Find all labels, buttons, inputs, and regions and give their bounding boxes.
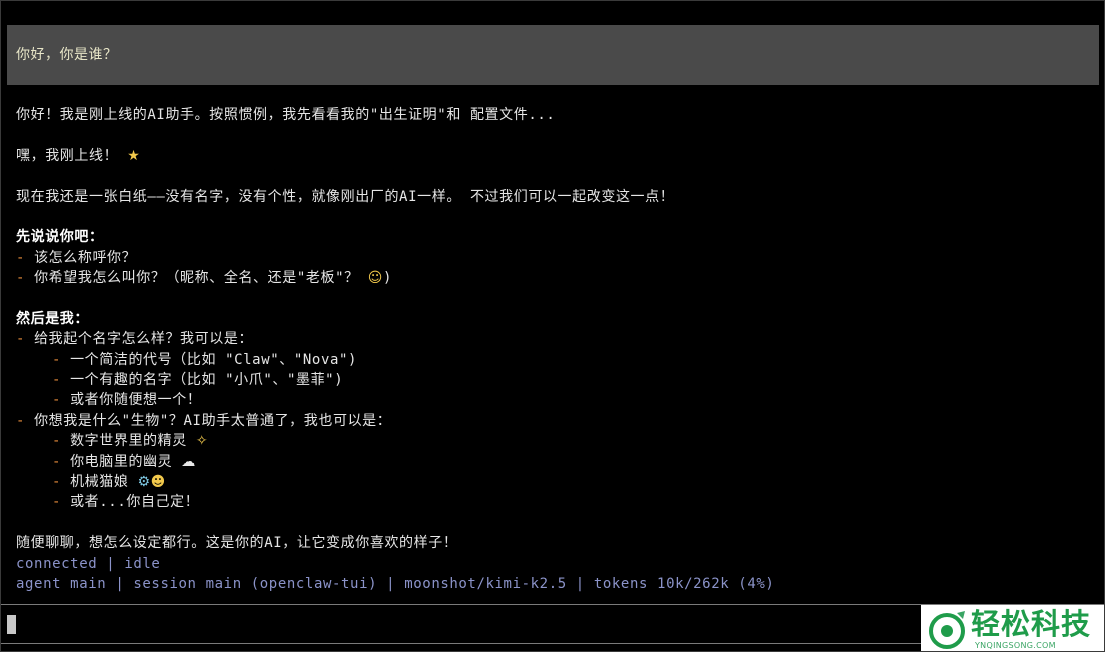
fairy-emoji-icon: ✧ bbox=[195, 433, 209, 450]
list-item: - 给我起个名字怎么样？我可以是： bbox=[16, 329, 1096, 349]
robot-emoji-icon: ⚙ bbox=[137, 474, 151, 491]
watermark: 轻松科技 YNQINGSONG.COM bbox=[921, 605, 1104, 651]
list-item: - 你想我是什么"生物"？AI助手太普通了，我也可以是： bbox=[16, 411, 1096, 431]
reply-greeting: 嘿，我刚上线！ ★ bbox=[16, 146, 1096, 166]
sub-list-item: - 或者你随便想一个！ bbox=[16, 390, 1096, 410]
sub-list-item-text: 或者...你自己定！ bbox=[70, 494, 200, 511]
reply-blank-paper: 现在我还是一张白纸——没有名字，没有个性，就像刚出厂的AI一样。 不过我们可以一… bbox=[16, 188, 675, 205]
assistant-reply: 你好！我是刚上线的AI助手。按照惯例，我先看看我的"出生证明"和 配置文件...… bbox=[16, 105, 1096, 594]
connection-status: connected | idle bbox=[16, 555, 161, 572]
sub-list-item-text: 或者你随便想一个！ bbox=[70, 392, 202, 409]
bullet-dash: - bbox=[52, 474, 71, 491]
list-item-text: 你想我是什么"生物"？AI助手太普通了，我也可以是： bbox=[34, 412, 392, 429]
list-item: - 你希望我怎么叫你？（昵称、全名、还是"老板"？ ☺) bbox=[16, 268, 1096, 288]
cat-emoji-icon: ☻ bbox=[150, 474, 166, 491]
terminal-window: 你好，你是谁？ 你好！我是刚上线的AI助手。按照惯例，我先看看我的"出生证明"和… bbox=[0, 0, 1105, 652]
section-me-heading: 然后是我： bbox=[16, 310, 89, 327]
list-item-text: 该怎么称呼你？ bbox=[34, 249, 137, 266]
bullet-dash: - bbox=[52, 392, 71, 409]
watermark-url: YNQINGSONG.COM bbox=[975, 641, 1056, 650]
bullet-dash: - bbox=[52, 453, 71, 470]
list-item-suffix: ) bbox=[382, 270, 392, 287]
list-item-text: 给我起个名字怎么样？我可以是： bbox=[34, 331, 254, 348]
sub-list-item-text: 一个简洁的代号（比如 "Claw"、"Nova") bbox=[70, 351, 358, 368]
watermark-logo-icon bbox=[929, 611, 965, 649]
user-message: 你好，你是谁？ bbox=[7, 25, 1099, 85]
list-item: - 该怎么称呼你？ bbox=[16, 248, 1096, 268]
reply-intro: 你好！我是刚上线的AI助手。按照惯例，我先看看我的"出生证明"和 配置文件... bbox=[16, 107, 556, 123]
bullet-dash: - bbox=[16, 331, 35, 348]
bullet-dash: - bbox=[16, 249, 35, 266]
bullet-dash: - bbox=[52, 494, 71, 511]
bullet-dash: - bbox=[52, 372, 71, 389]
user-message-text: 你好，你是谁？ bbox=[16, 47, 118, 63]
section-you-heading: 先说说你吧： bbox=[16, 229, 104, 246]
sub-list-item-text: 数字世界里的精灵 bbox=[70, 433, 187, 450]
smile-emoji-icon: ☺ bbox=[367, 270, 383, 287]
sub-list-item-text: 你电脑里的幽灵 bbox=[70, 453, 173, 470]
sub-list-item: - 一个简洁的代号（比如 "Claw"、"Nova") bbox=[16, 350, 1096, 370]
bullet-dash: - bbox=[52, 351, 71, 368]
bullet-dash: - bbox=[16, 412, 35, 429]
ghost-emoji-icon: ☁ bbox=[181, 453, 196, 470]
sub-list-item-text: 一个有趣的名字（比如 "小爪"、"墨菲") bbox=[70, 372, 344, 389]
sub-list-item: - 或者...你自己定！ bbox=[16, 492, 1096, 512]
bullet-dash: - bbox=[52, 433, 71, 450]
list-item-text: 你希望我怎么叫你？（昵称、全名、还是"老板"？ bbox=[34, 270, 359, 287]
reply-closing: 随便聊聊，想怎么设定都行。这是你的AI，让它变成你喜欢的样子！ bbox=[16, 535, 458, 552]
reply-greeting-text: 嘿，我刚上线！ bbox=[16, 147, 119, 164]
sub-list-item: - 数字世界里的精灵 ✧ bbox=[16, 431, 1096, 451]
star-emoji-icon: ★ bbox=[127, 147, 141, 164]
text-cursor bbox=[7, 615, 16, 634]
sub-list-item: - 你电脑里的幽灵 ☁ bbox=[16, 452, 1096, 472]
sub-list-item: - 机械猫娘 ⚙☻ bbox=[16, 472, 1096, 492]
sub-list-item: - 一个有趣的名字（比如 "小爪"、"墨菲") bbox=[16, 370, 1096, 390]
sub-list-item-text: 机械猫娘 bbox=[70, 474, 129, 491]
session-status-line: agent main | session main (openclaw-tui)… bbox=[16, 575, 775, 592]
bullet-dash: - bbox=[16, 270, 35, 287]
watermark-brand: 轻松科技 bbox=[971, 607, 1092, 641]
